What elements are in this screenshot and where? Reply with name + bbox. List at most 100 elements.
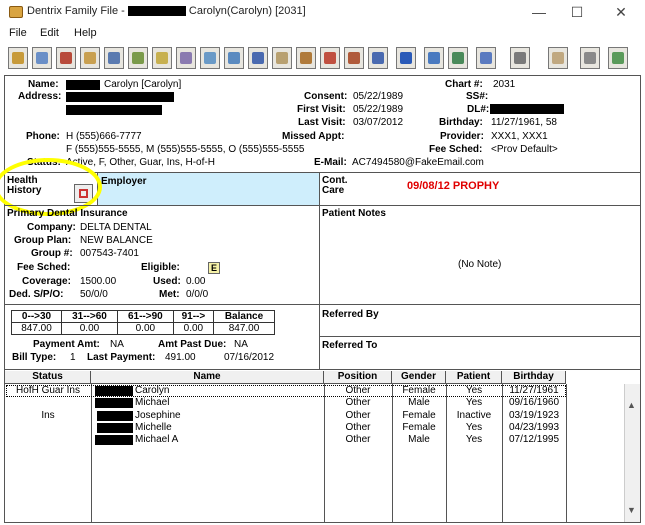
last-visit-value: 03/07/2012 (353, 117, 404, 128)
patient-chart-button[interactable] (32, 47, 52, 69)
family-cell-gender: Female (402, 421, 436, 433)
aging-header: Balance (213, 310, 275, 323)
amt-past-due-label: Amt Past Due: (158, 339, 227, 350)
fee-sched-label: Fee Sched: (429, 144, 483, 155)
employer-label: Employer (101, 176, 147, 187)
family-cell-patient: Yes (465, 434, 483, 446)
treatment-planner-icon (108, 52, 120, 64)
col-header-gender[interactable]: Gender (392, 371, 446, 384)
perio-button[interactable] (80, 47, 100, 69)
used-label: Used: (153, 276, 181, 287)
family-cell-position: Other (345, 385, 371, 396)
coverage-label: Coverage: (22, 276, 71, 287)
minimize-button[interactable]: — (524, 2, 554, 22)
menu-file[interactable]: File (9, 27, 27, 39)
col-header-name[interactable]: Name (91, 371, 324, 384)
col-header-status[interactable]: Status (5, 371, 91, 384)
family-cell-position: Other (345, 434, 371, 446)
referred-by-label[interactable]: Referred By (322, 309, 379, 320)
merge-patients-button[interactable] (476, 47, 496, 69)
continuing-care-button[interactable] (248, 47, 268, 69)
redacted-block (490, 104, 564, 114)
payment-amt-value: NA (110, 339, 124, 350)
family-cell-position: Other (345, 409, 371, 421)
missed-appt-label: Missed Appt: (282, 131, 345, 142)
eligible-badge[interactable]: E (208, 262, 220, 274)
office-journal-button[interactable] (128, 47, 148, 69)
menu-help[interactable]: Help (74, 27, 97, 39)
patient-notes-header[interactable]: Patient Notes (322, 208, 386, 219)
app-icon (9, 6, 23, 18)
col-header-position[interactable]: Position (324, 371, 392, 384)
aging-header: 0-->30 (10, 310, 63, 323)
birthday-label: Birthday: (439, 117, 483, 128)
email-value: AC7494580@FakeEmail.com (352, 157, 484, 168)
family-cell-gender: Female (402, 409, 436, 421)
questionnaire-button[interactable] (368, 47, 388, 69)
company-label: Company: (27, 222, 76, 233)
maximize-button[interactable]: ☐ (562, 2, 592, 22)
picture-button[interactable] (548, 47, 568, 69)
scroll-up-arrow-icon[interactable]: ▲ (627, 400, 636, 410)
ledger-button[interactable] (56, 47, 76, 69)
ded-value: 50/0/0 (80, 289, 108, 300)
aging-header: 31-->60 (61, 310, 118, 323)
family-cell-position: Other (345, 397, 371, 409)
redacted-block (97, 422, 133, 433)
first-visit-label: First Visit: (297, 104, 346, 115)
birthday-value: 11/27/1961, 58 (491, 117, 557, 128)
family-cell-patient: Yes (465, 421, 483, 433)
group-plan-value: NEW BALANCE (80, 235, 153, 246)
family-cell-patient: Yes (465, 385, 483, 396)
family-cell-name: Carolyn (135, 385, 170, 396)
ledger-icon (60, 52, 72, 64)
family-file-button[interactable] (8, 47, 28, 69)
coverage-value: 1500.00 (80, 276, 117, 287)
family-cell-gender: Male (408, 397, 430, 409)
family-cell-birthday: 04/23/1993 (508, 421, 560, 433)
move-family-member-button[interactable] (448, 47, 468, 69)
add-family-member-button[interactable] (424, 47, 444, 69)
redacted-block (66, 92, 174, 102)
insurance-header[interactable]: Primary Dental Insurance (7, 208, 128, 219)
group-no-value: 007543-7401 (80, 248, 139, 259)
referrals-button[interactable] (296, 47, 316, 69)
treatment-planner-button[interactable] (104, 47, 124, 69)
name-label: Name: (28, 79, 59, 90)
email-button[interactable] (224, 47, 244, 69)
met-value: 0/0/0 (186, 289, 209, 300)
menu-edit[interactable]: Edit (40, 27, 59, 39)
quick-labels-button[interactable] (200, 47, 220, 69)
cont-care-label[interactable]: Cont. Care (322, 176, 352, 196)
print-button[interactable] (510, 47, 530, 69)
address-label: Address: (18, 91, 62, 102)
document-center-button[interactable] (152, 47, 172, 69)
prescriptions-button[interactable] (272, 47, 292, 69)
ss-label: SS#: (466, 91, 489, 102)
amt-past-due-value: NA (234, 339, 248, 350)
close-button[interactable]: ✕ (606, 2, 636, 22)
family-file-icon (12, 52, 24, 64)
family-cell-birthday: 11/27/1961 (509, 385, 559, 396)
lab-case-button[interactable] (344, 47, 364, 69)
info-button[interactable] (396, 47, 416, 69)
patient-info-button[interactable] (608, 47, 628, 69)
scroll-down-arrow-icon[interactable]: ▼ (627, 505, 636, 515)
bill-type-label: Bill Type: (12, 352, 57, 363)
letters-button[interactable] (176, 47, 196, 69)
company-value: DELTA DENTAL (80, 222, 152, 233)
col-header-birthday[interactable]: Birthday (502, 371, 566, 384)
eligible-label: Eligible: (141, 262, 180, 273)
chart-value: 2031 (493, 79, 516, 90)
col-header-patient[interactable]: Patient (446, 371, 502, 384)
documents-button[interactable] (580, 47, 600, 69)
family-cell-position: Other (345, 421, 371, 433)
last-payment-date: 07/16/2012 (224, 352, 275, 363)
redacted-block (66, 80, 100, 90)
window-title: Dentrix Family File - Carolyn(Carolyn) [… (27, 5, 306, 17)
referred-to-label[interactable]: Referred To (322, 340, 377, 351)
phone-label: Phone: (26, 131, 60, 142)
medical-alerts-button[interactable] (320, 47, 340, 69)
patient-notes-empty: (No Note) (458, 259, 502, 270)
redacted-block (95, 398, 133, 409)
